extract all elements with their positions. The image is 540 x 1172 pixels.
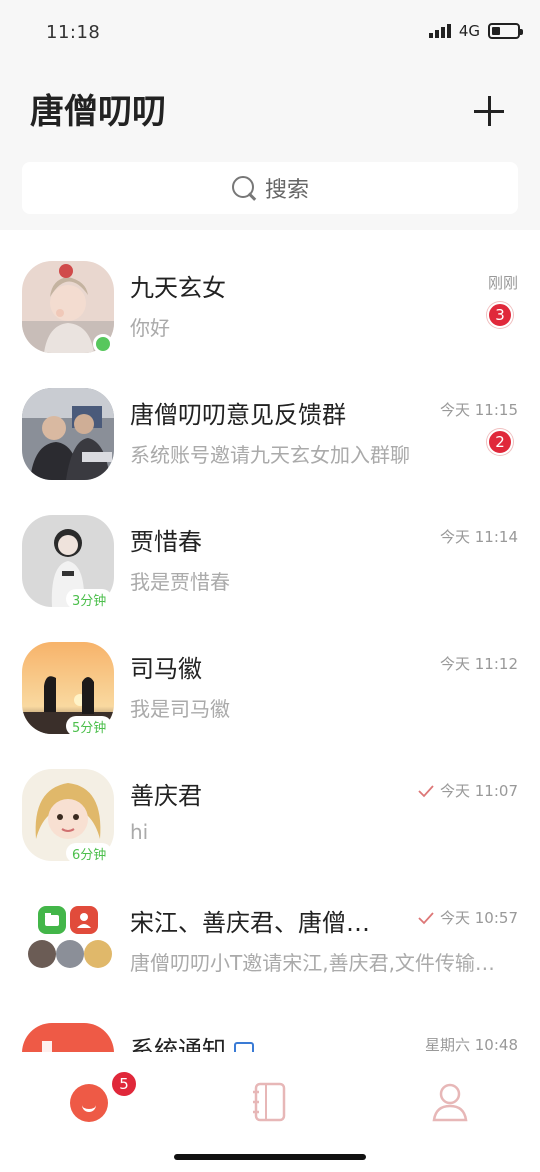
member-avatar bbox=[84, 940, 112, 968]
conversation-preview: 系统账号邀请九天玄女加入群聊 bbox=[130, 443, 410, 467]
tab-me[interactable] bbox=[424, 1076, 476, 1128]
unread-badge: 2 bbox=[487, 429, 513, 455]
chat-bubble-icon bbox=[70, 1084, 108, 1122]
status-time: 11:18 bbox=[46, 22, 101, 43]
conversation-time: 刚刚 bbox=[488, 272, 518, 293]
conversation-preview: 我是司马徽 bbox=[130, 697, 230, 721]
conversation-name: 唐僧叨叨意见反馈群 bbox=[130, 401, 346, 429]
conversation-preview: hi bbox=[130, 820, 149, 844]
member-avatar bbox=[28, 940, 56, 968]
sent-check-icon bbox=[418, 911, 434, 924]
conversation-time: 今天 11:14 bbox=[440, 526, 518, 547]
conversation-row[interactable]: 九天玄女 你好 刚刚 3 bbox=[0, 230, 540, 357]
tab-contacts[interactable] bbox=[244, 1076, 296, 1128]
time-text: 刚刚 bbox=[487, 274, 518, 292]
conversation-name: 贾惜春 bbox=[130, 528, 202, 556]
system-user-icon bbox=[70, 906, 98, 934]
search-bar[interactable]: 搜索 bbox=[22, 162, 518, 214]
conversation-preview: 我是贾惜春 bbox=[130, 570, 230, 594]
conversation-name: 司马徽 bbox=[130, 655, 202, 683]
conversation-row[interactable]: 系统通知 星期六 10:48 bbox=[0, 992, 540, 1052]
search-placeholder: 搜索 bbox=[264, 178, 309, 203]
status-indicators: 4G bbox=[428, 22, 523, 40]
battery-icon bbox=[488, 23, 523, 39]
conversation-row[interactable]: 宋江、善庆君、唐僧… 唐僧叨叨小T邀请宋江,善庆君,文件传输… 今天 10:57 bbox=[0, 865, 540, 992]
group-avatar bbox=[22, 896, 114, 988]
folder-icon bbox=[38, 906, 66, 934]
conversation-name: 系统通知 bbox=[130, 1030, 254, 1052]
conversation-list: 九天玄女 你好 刚刚 3 唐僧叨叨意见反馈群 系统账号邀请九天玄女加入群聊 今天… bbox=[0, 230, 540, 1052]
search-icon bbox=[231, 175, 257, 201]
conversation-row[interactable]: 3分钟 贾惜春 我是贾惜春 今天 11:14 bbox=[0, 484, 540, 611]
member-avatar bbox=[56, 940, 84, 968]
conversation-name-text: 系统通知 bbox=[130, 1036, 226, 1052]
home-indicator[interactable] bbox=[174, 1154, 366, 1160]
conversation-time: 今天 11:15 bbox=[440, 399, 518, 420]
time-text: 今天 11:12 bbox=[440, 655, 518, 673]
header: 唐僧叨叨 搜索 bbox=[0, 66, 540, 230]
network-type: 4G bbox=[458, 22, 480, 40]
person-icon bbox=[432, 1083, 468, 1122]
conversation-time: 今天 10:57 bbox=[418, 907, 518, 928]
conversation-row[interactable]: 5分钟 司马徽 我是司马徽 今天 11:12 bbox=[0, 611, 540, 738]
time-text: 今天 11:07 bbox=[440, 782, 518, 800]
time-text: 今天 11:15 bbox=[440, 401, 518, 419]
sent-check-icon bbox=[418, 784, 434, 797]
conversation-time: 星期六 10:48 bbox=[425, 1034, 518, 1052]
time-text: 星期六 10:48 bbox=[425, 1036, 518, 1052]
official-badge-icon bbox=[234, 1042, 254, 1052]
conversation-preview: 你好 bbox=[130, 316, 170, 340]
conversation-row[interactable]: 唐僧叨叨意见反馈群 系统账号邀请九天玄女加入群聊 今天 11:15 2 bbox=[0, 357, 540, 484]
conversation-name: 九天玄女 bbox=[130, 274, 226, 302]
time-text: 今天 10:57 bbox=[440, 909, 518, 927]
conversation-time: 今天 11:07 bbox=[418, 780, 518, 801]
call-duration-tag: 6分钟 bbox=[66, 843, 113, 863]
status-bar: 11:18 4G bbox=[0, 0, 540, 66]
conversation-name: 宋江、善庆君、唐僧… bbox=[130, 909, 370, 937]
conversation-name: 善庆君 bbox=[130, 782, 202, 810]
conversation-time: 今天 11:12 bbox=[440, 653, 518, 674]
address-book-icon bbox=[253, 1082, 286, 1122]
avatar bbox=[22, 1023, 114, 1052]
call-duration-tag: 3分钟 bbox=[66, 589, 113, 609]
tab-unread-badge: 5 bbox=[110, 1070, 138, 1098]
online-status-dot bbox=[93, 334, 113, 354]
plus-icon[interactable] bbox=[474, 96, 504, 126]
time-text: 今天 11:14 bbox=[440, 528, 518, 546]
avatar bbox=[22, 388, 114, 480]
signal-icon bbox=[428, 24, 451, 38]
page-title: 唐僧叨叨 bbox=[30, 92, 166, 132]
conversation-preview: 唐僧叨叨小T邀请宋江,善庆君,文件传输… bbox=[130, 951, 495, 975]
tab-chat[interactable]: 5 bbox=[64, 1070, 138, 1128]
unread-badge: 3 bbox=[487, 302, 513, 328]
conversation-row[interactable]: 6分钟 善庆君 hi 今天 11:07 bbox=[0, 738, 540, 865]
call-duration-tag: 5分钟 bbox=[66, 716, 113, 736]
